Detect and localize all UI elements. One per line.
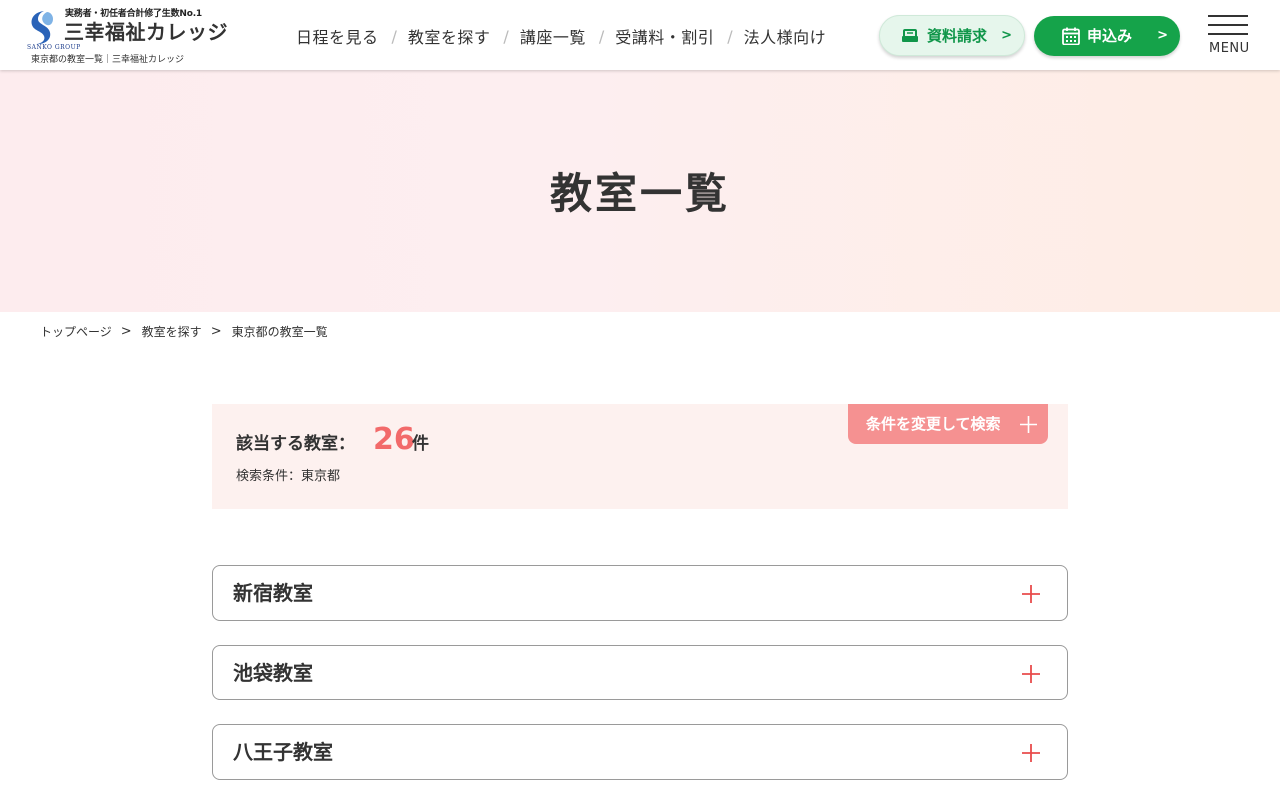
nav-course-list[interactable]: 講座一覧: [520, 24, 586, 48]
breadcrumb-top[interactable]: トップページ: [40, 323, 112, 340]
result-count-label: 該当する教室：: [236, 434, 355, 454]
classroom-name: 池袋教室: [233, 661, 313, 685]
breadcrumb-current: 東京都の教室一覧: [231, 324, 328, 339]
hamburger-icon: [1208, 15, 1248, 17]
document-tray-icon: [902, 29, 918, 42]
breadcrumb-separator: >: [210, 323, 222, 339]
hamburger-icon: [1208, 24, 1248, 26]
calendar-icon: [1062, 27, 1080, 45]
classroom-name: 新宿教室: [233, 581, 313, 605]
search-result-summary: 該当する教室： 26 件 検索条件：東京都 条件を変更して検索: [212, 404, 1068, 509]
plus-icon: [1020, 416, 1037, 433]
logo-mark-icon: [31, 11, 53, 45]
plus-icon: [1022, 665, 1040, 683]
page-subtitle: 東京都の教室一覧｜三幸福祉カレッジ: [31, 55, 185, 65]
nav-separator: /: [727, 26, 733, 46]
page-title: 教室一覧: [549, 169, 730, 218]
nav-corporate[interactable]: 法人様向け: [744, 24, 827, 48]
hamburger-menu-button[interactable]: MENU: [1208, 15, 1250, 59]
result-count-unit: 件: [412, 434, 429, 454]
result-count: 26: [373, 422, 415, 457]
change-search-label: 条件を変更して検索: [866, 415, 1001, 433]
search-condition: 検索条件：東京都: [236, 469, 341, 484]
plus-icon: [1022, 585, 1040, 603]
apply-button[interactable]: 申込み >: [1034, 16, 1180, 56]
logo-english: SANKO GROUP: [27, 44, 81, 51]
request-brochure-button[interactable]: 資料請求 >: [879, 15, 1025, 56]
logo-name: 三幸福祉カレッジ: [64, 20, 228, 44]
classroom-accordion-shinjuku[interactable]: 新宿教室: [212, 565, 1068, 621]
chevron-right-icon: >: [1157, 28, 1168, 43]
classroom-accordion-ikebukuro[interactable]: 池袋教室: [212, 645, 1068, 700]
nav-find-classroom[interactable]: 教室を探す: [408, 24, 491, 48]
logo-catchphrase: 実務者・初任者合計修了生数No.1: [65, 9, 202, 19]
hamburger-icon: [1208, 33, 1248, 35]
chevron-right-icon: >: [1001, 28, 1012, 43]
plus-icon: [1022, 744, 1040, 762]
menu-label: MENU: [1209, 41, 1250, 56]
nav-separator: /: [391, 26, 397, 46]
request-brochure-label: 資料請求: [927, 27, 988, 45]
nav-separator: /: [503, 26, 509, 46]
global-nav: 日程を見る / 教室を探す / 講座一覧 / 受講料・割引 / 法人様向け: [296, 24, 826, 48]
site-header: SANKO GROUP 実務者・初任者合計修了生数No.1 三幸福祉カレッジ 東…: [0, 0, 1280, 70]
hero-banner: 教室一覧: [0, 70, 1280, 312]
classroom-name: 八王子教室: [233, 740, 333, 764]
apply-label: 申込み: [1087, 27, 1133, 45]
breadcrumb: トップページ > 教室を探す > 東京都の教室一覧: [40, 322, 328, 340]
nav-fees-discounts[interactable]: 受講料・割引: [615, 24, 714, 48]
breadcrumb-separator: >: [120, 323, 132, 339]
nav-schedule[interactable]: 日程を見る: [296, 24, 379, 48]
nav-separator: /: [598, 26, 605, 46]
site-logo[interactable]: SANKO GROUP 実務者・初任者合計修了生数No.1 三幸福祉カレッジ: [27, 8, 237, 56]
breadcrumb-find-classroom[interactable]: 教室を探す: [142, 323, 202, 340]
classroom-accordion-hachioji[interactable]: 八王子教室: [212, 724, 1068, 780]
change-search-button[interactable]: 条件を変更して検索: [848, 404, 1048, 444]
